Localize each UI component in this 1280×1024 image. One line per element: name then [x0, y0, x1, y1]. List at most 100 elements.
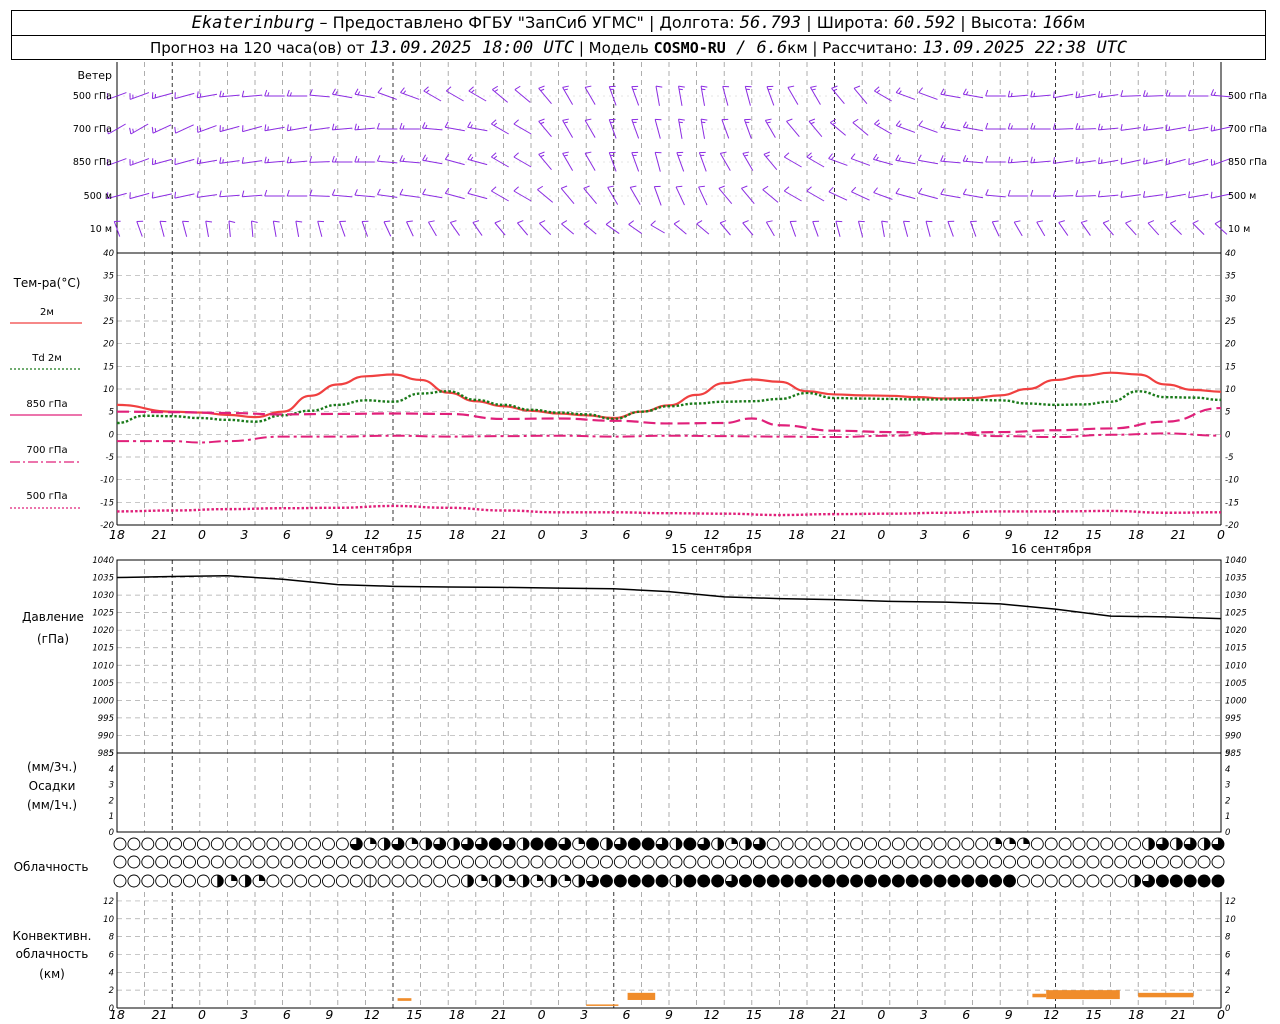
- x-tick-label: 12: [1043, 527, 1059, 542]
- x-tick-label: 21: [152, 527, 168, 542]
- cloud-symbol-fill: [892, 875, 905, 887]
- wind-barb-feather: [1145, 92, 1148, 97]
- wind-barb-feather: [241, 157, 244, 164]
- wind-barb-feather: [267, 126, 269, 131]
- cloud-symbol: [308, 837, 322, 851]
- wind-barb-feather: [1165, 191, 1168, 198]
- legend-label-850: 850 гПа: [26, 399, 67, 410]
- cloud-symbol: [1086, 837, 1100, 851]
- wind-barb-feather: [766, 121, 771, 124]
- wind-barb-feather: [450, 220, 457, 223]
- cloud-symbol-fill: [675, 875, 682, 887]
- y-tick-label: 2: [1225, 796, 1230, 806]
- cloud-symbol: [808, 837, 822, 851]
- cloud-symbol-fill: [1156, 875, 1169, 887]
- wind-barb-feather: [655, 85, 663, 88]
- x-tick-label: 18: [109, 1007, 125, 1022]
- cloud-symbol: [1072, 837, 1086, 851]
- wind-barb-feather: [1033, 125, 1036, 130]
- wind-barb-feather: [132, 128, 134, 133]
- wind-barb-feather: [720, 151, 727, 154]
- cloud-symbol-fill: [467, 875, 474, 887]
- wind-level-label: 700 гПа: [1228, 124, 1267, 135]
- cloud-symbol: [1100, 874, 1114, 888]
- wind-barb-feather: [673, 220, 680, 225]
- cloud-symbol: [294, 855, 308, 869]
- cloud-symbol-fill: [550, 875, 557, 887]
- wind-barb-feather: [1078, 159, 1081, 164]
- y-tick-label: 1000: [1225, 696, 1247, 706]
- wind-barb-feather: [808, 118, 816, 122]
- wind-barb-feather: [1120, 124, 1123, 131]
- y-tick-label: 1: [109, 812, 114, 822]
- x-tick-label: 3: [240, 527, 248, 542]
- wind-barb: [719, 222, 731, 236]
- wind-barb-feather: [851, 186, 857, 193]
- cloud-symbol: [155, 874, 169, 888]
- cloud-symbol: [322, 855, 335, 869]
- wind-barb-feather: [1188, 191, 1191, 198]
- x-tick-label: 15: [746, 527, 762, 542]
- cloud-symbol: [183, 874, 196, 888]
- cloud-symbol: [836, 855, 850, 869]
- cloud-symbol-fill: [717, 838, 724, 850]
- cloud-symbol: [711, 855, 725, 869]
- wind-barb-feather: [273, 220, 280, 223]
- wind-barb-feather: [806, 186, 812, 192]
- wind-barb-feather: [1081, 220, 1088, 223]
- x-tick-label: 15: [406, 527, 422, 542]
- cloud-symbol: [961, 837, 975, 851]
- wind-barb: [514, 89, 531, 103]
- cloud-symbol: [850, 855, 864, 869]
- wind-barb: [786, 121, 800, 137]
- wind-barb-feather: [940, 155, 944, 162]
- x-tick-label: 0: [198, 527, 206, 542]
- y-tick-label: 10: [1225, 385, 1236, 395]
- wind-barb-feather: [354, 189, 358, 196]
- wind-barb: [696, 223, 710, 235]
- wind-barb: [309, 127, 330, 131]
- cloud-symbol: [1114, 874, 1128, 888]
- y-tick-label: 20: [103, 340, 114, 350]
- y-tick-label: 1005: [1225, 679, 1247, 689]
- wind-barb-feather: [918, 120, 924, 126]
- wind-barb-feather: [1052, 123, 1056, 130]
- wind-barb-feather: [400, 87, 405, 93]
- x-tick-label: 18: [449, 1007, 465, 1022]
- wind-barb-feather: [354, 155, 358, 163]
- wind-barb-feather: [399, 188, 404, 195]
- wind-barb-feather: [872, 153, 878, 160]
- wind-barb: [449, 222, 460, 236]
- y-tick-label: 4: [1225, 765, 1230, 775]
- wind-barb-feather: [811, 88, 816, 91]
- wind-barb-feather: [787, 85, 795, 88]
- wind-barb-feather: [917, 154, 922, 161]
- cloud-symbol: [1003, 855, 1016, 869]
- wind-barb-feather: [354, 88, 359, 95]
- wind-barb-feather: [852, 118, 859, 123]
- wind-barb: [654, 119, 661, 139]
- cloud-symbol-fill: [1176, 838, 1183, 850]
- wind-barb-feather: [1014, 220, 1021, 223]
- cloud-symbol: [127, 837, 141, 851]
- wind-barb-feather: [698, 185, 705, 188]
- wind-barb-feather: [286, 124, 289, 131]
- cloud-symbol-fill: [683, 838, 696, 850]
- wind-barb-feather: [491, 119, 497, 125]
- y-tick-label: 5: [109, 749, 114, 759]
- cloud-symbol: [627, 855, 641, 869]
- cloud-symbol-fill: [642, 838, 655, 850]
- wind-barb-feather: [875, 156, 879, 161]
- x-tick-label: 6: [283, 527, 291, 542]
- x-tick-label: 21: [831, 527, 847, 542]
- y-tick-label: 1025: [1225, 609, 1247, 619]
- wind-barb: [881, 221, 885, 237]
- wind-barb-feather: [1007, 122, 1011, 130]
- cloud-symbol-fill: [1003, 875, 1016, 887]
- y-tick-label: 2: [109, 986, 114, 996]
- wind-barb-feather: [383, 220, 391, 223]
- cloud-symbol: [961, 855, 975, 869]
- wind-barb: [399, 194, 420, 198]
- y-tick-label: 1040: [1225, 556, 1247, 566]
- legend-label-2m: 2м: [40, 307, 54, 318]
